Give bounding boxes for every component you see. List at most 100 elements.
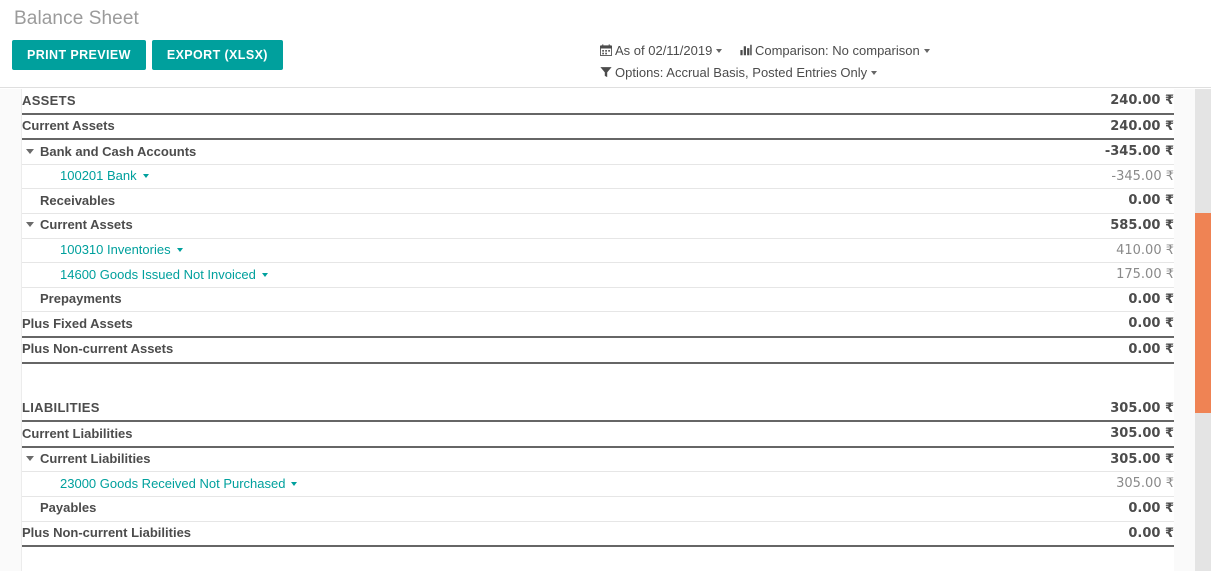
table-row[interactable]: Current Assets 585.00 ₹ bbox=[22, 213, 1174, 239]
amount-value: 0.00 ₹ bbox=[1128, 316, 1174, 332]
row-name-cell: Payables bbox=[22, 496, 984, 522]
row-name-cell: Plus Fixed Assets bbox=[22, 311, 984, 338]
chevron-down-icon[interactable] bbox=[923, 49, 930, 53]
amount-value: 0.00 ₹ bbox=[1128, 291, 1174, 307]
table-row[interactable]: Plus Non-current Assets 0.00 ₹ bbox=[22, 336, 1174, 364]
table-row[interactable]: Current Liabilities 305.00 ₹ bbox=[22, 421, 1174, 448]
row-name-cell: 23000 Goods Received Not Purchased bbox=[22, 471, 984, 497]
print-preview-button[interactable]: PRINT PREVIEW bbox=[12, 40, 146, 70]
options-filter-label: Options: Accrual Basis, Posted Entries O… bbox=[615, 65, 868, 80]
caret-down-icon[interactable] bbox=[26, 222, 34, 228]
amount-value: 305.00 ₹ bbox=[1110, 451, 1174, 467]
table-row[interactable]: Current Assets 240.00 ₹ bbox=[22, 113, 1174, 141]
row-name-cell: Current Liabilities bbox=[22, 421, 984, 448]
date-filter-label: As of 02/11/2019 bbox=[615, 43, 713, 58]
row-name-cell: Bank and Cash Accounts bbox=[22, 139, 984, 165]
amount-value: 240.00 ₹ bbox=[1110, 118, 1174, 134]
row-name-cell: Plus Non-current Assets bbox=[22, 336, 984, 364]
row-value-cell: 0.00 ₹ bbox=[984, 336, 1174, 364]
action-buttons: PRINT PREVIEW EXPORT (XLSX) bbox=[12, 40, 283, 70]
amount-value: 305.00 ₹ bbox=[1110, 426, 1174, 442]
caret-down-icon[interactable] bbox=[26, 148, 34, 154]
amount-value: 240.00 ₹ bbox=[1110, 93, 1174, 108]
row-label: Prepayments bbox=[40, 291, 122, 307]
row-name-cell bbox=[22, 546, 984, 571]
table-row[interactable]: Plus Fixed Assets 0.00 ₹ bbox=[22, 311, 1174, 338]
row-label: Current Liabilities bbox=[22, 425, 133, 441]
account-link[interactable]: 14600 Goods Issued Not Invoiced bbox=[60, 267, 256, 282]
table-row[interactable]: Prepayments 0.00 ₹ bbox=[22, 287, 1174, 313]
row-name-cell: Current Assets bbox=[22, 113, 984, 141]
report-spacer-row bbox=[22, 363, 1174, 397]
table-row[interactable]: Payables 0.00 ₹ bbox=[22, 496, 1174, 522]
chevron-down-icon[interactable] bbox=[871, 71, 878, 75]
row-value-cell: 0.00 ₹ bbox=[984, 521, 1174, 548]
table-row[interactable]: Receivables 0.00 ₹ bbox=[22, 188, 1174, 214]
table-row[interactable]: 23000 Goods Received Not Purchased 305.00… bbox=[22, 471, 1174, 497]
scrollbar-thumb[interactable] bbox=[1195, 213, 1211, 413]
row-name-cell: 14600 Goods Issued Not Invoiced bbox=[22, 262, 984, 288]
account-dropdown-caret-icon[interactable] bbox=[291, 481, 298, 486]
account-link[interactable]: 100201 Bank bbox=[60, 168, 137, 183]
row-name-cell bbox=[22, 363, 984, 397]
control-panel: Balance Sheet PRINT PREVIEW EXPORT (XLSX… bbox=[0, 0, 1211, 88]
amount-value: 0.00 ₹ bbox=[1128, 341, 1174, 357]
row-name-cell: Current Assets bbox=[22, 213, 984, 239]
table-row[interactable]: 100201 Bank -345.00 ₹ bbox=[22, 164, 1174, 190]
amount-value: 0.00 ₹ bbox=[1128, 193, 1174, 209]
amount-value: 410.00 ₹ bbox=[1116, 242, 1174, 258]
report-spacer-row bbox=[22, 546, 1174, 571]
row-label: Current Assets bbox=[22, 118, 115, 134]
account-dropdown-caret-icon[interactable] bbox=[261, 272, 268, 277]
bar-chart-icon bbox=[740, 41, 752, 62]
row-value-cell: 305.00 ₹ bbox=[984, 471, 1174, 497]
row-value-cell: 240.00 ₹ bbox=[984, 89, 1174, 115]
account-link[interactable]: 100310 Inventories bbox=[60, 242, 171, 257]
row-label: Plus Non-current Liabilities bbox=[22, 525, 192, 540]
account-dropdown-caret-icon[interactable] bbox=[142, 174, 149, 179]
row-value-cell: 175.00 ₹ bbox=[984, 262, 1174, 288]
table-row[interactable]: LIABILITIES 305.00 ₹ bbox=[22, 396, 1174, 423]
amount-value: 305.00 ₹ bbox=[1110, 400, 1174, 416]
options-filter[interactable]: Options: Accrual Basis, Posted Entries O… bbox=[600, 62, 878, 84]
chevron-down-icon[interactable] bbox=[716, 49, 723, 53]
date-filter[interactable]: As of 02/11/2019 bbox=[599, 40, 723, 62]
table-row[interactable]: 100310 Inventories 410.00 ₹ bbox=[22, 238, 1174, 264]
row-value-cell: 410.00 ₹ bbox=[984, 238, 1174, 264]
table-row[interactable]: Plus Non-current Liabilities 0.00 ₹ bbox=[22, 521, 1174, 548]
amount-value: -345.00 ₹ bbox=[1104, 144, 1174, 160]
row-value-cell: 585.00 ₹ bbox=[984, 213, 1174, 239]
table-row[interactable]: Bank and Cash Accounts -345.00 ₹ bbox=[22, 139, 1174, 165]
table-row[interactable]: 14600 Goods Issued Not Invoiced 175.00 ₹ bbox=[22, 262, 1174, 288]
row-name-cell: LIABILITIES bbox=[22, 396, 984, 423]
row-value-cell: 305.00 ₹ bbox=[984, 421, 1174, 448]
report-filters: As of 02/11/2019 Comparison: No comparis… bbox=[599, 40, 1070, 84]
table-row[interactable]: ASSETS 240.00 ₹ bbox=[22, 89, 1174, 115]
comparison-filter-label: Comparison: No comparison bbox=[754, 43, 920, 58]
row-label: Plus Fixed Assets bbox=[22, 315, 133, 331]
row-label: Plus Non-current Assets bbox=[22, 341, 174, 357]
amount-value: 0.00 ₹ bbox=[1128, 500, 1174, 516]
row-value-cell: 0.00 ₹ bbox=[984, 311, 1174, 338]
row-label: Payables bbox=[40, 500, 97, 516]
caret-down-icon[interactable] bbox=[26, 456, 34, 462]
account-link[interactable]: 23000 Goods Received Not Purchased bbox=[60, 476, 285, 491]
report-container: ASSETS 240.00 ₹ Current Assets 240.00 ₹ Bank… bbox=[0, 89, 1211, 571]
row-label: Current Liabilities bbox=[40, 451, 151, 467]
account-dropdown-caret-icon[interactable] bbox=[176, 248, 183, 253]
row-label: Current Assets bbox=[40, 217, 133, 233]
vertical-scrollbar[interactable] bbox=[1195, 89, 1211, 571]
row-label: ASSETS bbox=[22, 92, 76, 108]
report-scroll-area[interactable]: ASSETS 240.00 ₹ Current Assets 240.00 ₹ Bank… bbox=[0, 89, 1211, 571]
row-name-cell: Prepayments bbox=[22, 287, 984, 313]
amount-value: 0.00 ₹ bbox=[1128, 525, 1174, 541]
table-row[interactable]: Current Liabilities 305.00 ₹ bbox=[22, 446, 1174, 473]
row-value-cell: 0.00 ₹ bbox=[984, 287, 1174, 313]
comparison-filter[interactable]: Comparison: No comparison bbox=[740, 40, 930, 62]
row-value-cell: -345.00 ₹ bbox=[984, 164, 1174, 190]
row-value-cell: -345.00 ₹ bbox=[984, 139, 1174, 165]
export-xlsx-button[interactable]: EXPORT (XLSX) bbox=[151, 40, 283, 70]
row-label: Receivables bbox=[40, 192, 116, 208]
report-rows: ASSETS 240.00 ₹ Current Assets 240.00 ₹ Bank… bbox=[22, 89, 1174, 571]
filter-line-top: As of 02/11/2019 Comparison: No comparis… bbox=[599, 40, 1070, 62]
